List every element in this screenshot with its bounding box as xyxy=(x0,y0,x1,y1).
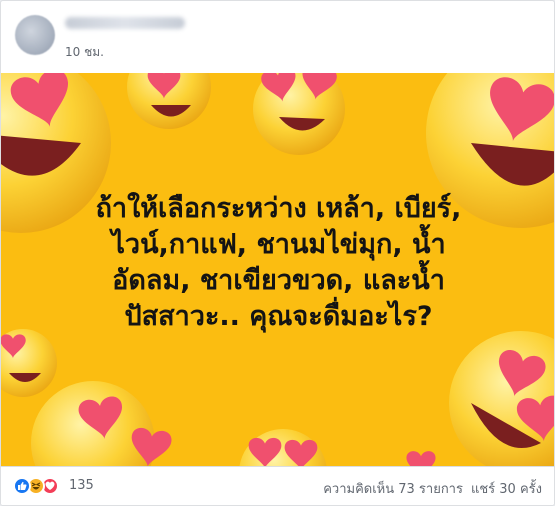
heart-eyes-emoji-icon xyxy=(449,331,554,466)
shares-count-link[interactable]: แชร์ 30 ครั้ง xyxy=(471,478,542,499)
avatar[interactable] xyxy=(15,15,55,55)
reaction-count[interactable]: 135 xyxy=(69,478,94,493)
engagement-stats: ความคิดเห็น 73 รายการ แชร์ 30 ครั้ง xyxy=(323,478,542,499)
heart-eyes-emoji-icon xyxy=(31,381,173,466)
comments-count-link[interactable]: ความคิดเห็น 73 รายการ xyxy=(323,478,463,499)
author-name[interactable] xyxy=(65,17,185,29)
like-icon xyxy=(13,477,31,495)
heart-eyes-emoji-icon xyxy=(253,73,345,155)
post-card: 10 ชม. ถ้าให้เลือกระหว่าง เหล้า, เบียร์,… xyxy=(0,0,555,506)
post-header: 10 ชม. xyxy=(1,1,554,73)
heart-eyes-emoji-icon xyxy=(127,73,211,129)
post-image[interactable]: ถ้าให้เลือกระหว่าง เหล้า, เบียร์, ไวน์,ก… xyxy=(1,73,554,466)
heart-eyes-emoji-icon xyxy=(239,429,327,466)
heart-eyes-emoji-icon xyxy=(1,329,57,397)
post-footer: 135 ความคิดเห็น 73 รายการ แชร์ 30 ครั้ง xyxy=(1,466,554,505)
post-image-text: ถ้าให้เลือกระหว่าง เหล้า, เบียร์, ไวน์,ก… xyxy=(95,193,462,332)
post-timestamp[interactable]: 10 ชม. xyxy=(65,43,104,62)
